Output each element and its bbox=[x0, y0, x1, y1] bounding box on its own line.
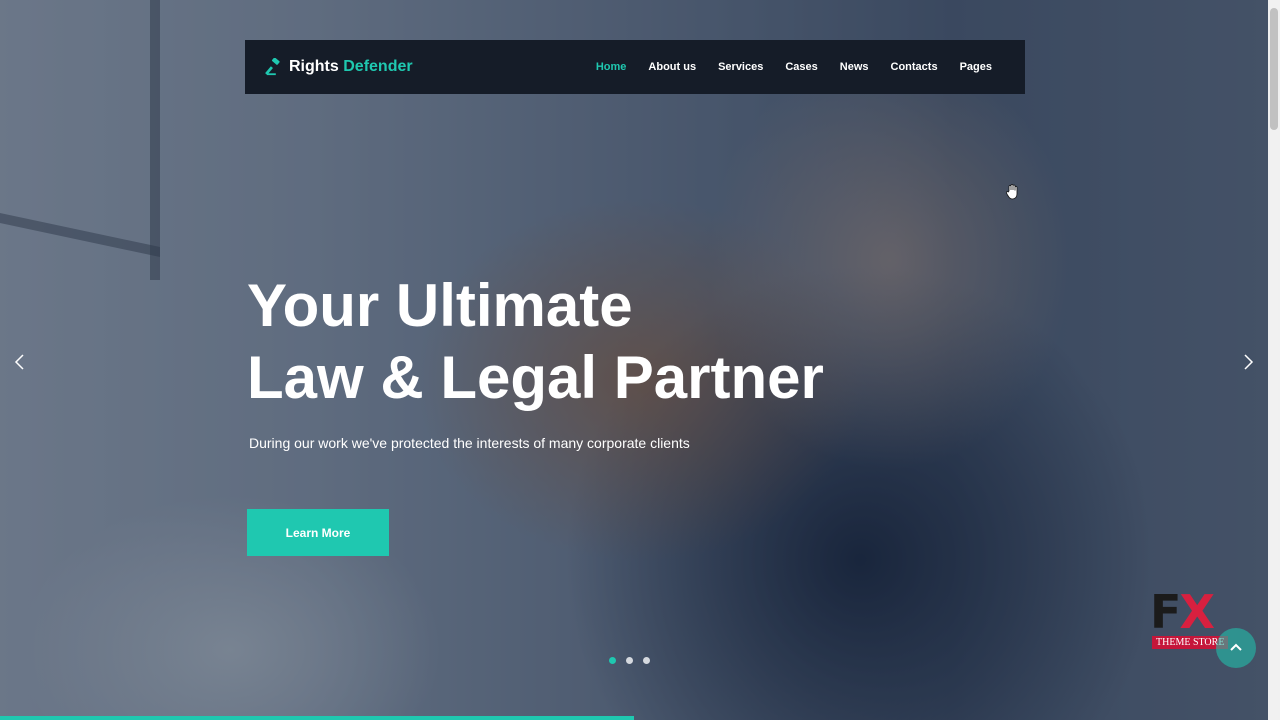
hand-cursor-icon bbox=[1006, 184, 1018, 200]
hero-slider: Rights Defender Home About us Services C… bbox=[0, 0, 1268, 720]
slider-dot-2[interactable] bbox=[626, 657, 633, 664]
nav-item-pages[interactable]: Pages bbox=[949, 61, 1003, 73]
site-logo[interactable]: Rights Defender bbox=[265, 58, 413, 76]
hero-title-line-1: Your Ultimate bbox=[247, 272, 633, 339]
top-navbar: Rights Defender Home About us Services C… bbox=[245, 40, 1025, 94]
nav-item-news[interactable]: News bbox=[829, 61, 880, 73]
learn-more-button[interactable]: Learn More bbox=[247, 509, 389, 556]
hero-title: Your Ultimate Law & Legal Partner bbox=[247, 270, 824, 414]
hero-title-line-2: Law & Legal Partner bbox=[247, 344, 824, 411]
gavel-icon bbox=[265, 58, 280, 76]
slider-dot-3[interactable] bbox=[643, 657, 650, 664]
slider-dot-1[interactable] bbox=[609, 657, 616, 664]
page-scrollbar[interactable] bbox=[1268, 0, 1280, 720]
slider-prev-arrow-icon[interactable] bbox=[10, 352, 30, 372]
nav-item-contacts[interactable]: Contacts bbox=[880, 61, 949, 73]
chevron-up-icon bbox=[1230, 643, 1242, 651]
nav-item-cases[interactable]: Cases bbox=[774, 61, 828, 73]
hero-subtitle: During our work we've protected the inte… bbox=[249, 435, 690, 451]
slider-next-arrow-icon[interactable] bbox=[1238, 352, 1258, 372]
slider-pagination bbox=[609, 657, 650, 664]
nav-item-services[interactable]: Services bbox=[707, 61, 774, 73]
main-menu: Home About us Services Cases News Contac… bbox=[585, 61, 1003, 73]
scrollbar-thumb[interactable] bbox=[1270, 8, 1278, 130]
nav-item-about-us[interactable]: About us bbox=[637, 61, 707, 73]
fx-logo-letters: FX bbox=[1150, 585, 1215, 639]
back-to-top-button[interactable] bbox=[1216, 628, 1256, 668]
brand-name: Rights Defender bbox=[289, 58, 413, 75]
slide-progress-bar bbox=[0, 716, 634, 720]
nav-item-home[interactable]: Home bbox=[585, 61, 638, 73]
